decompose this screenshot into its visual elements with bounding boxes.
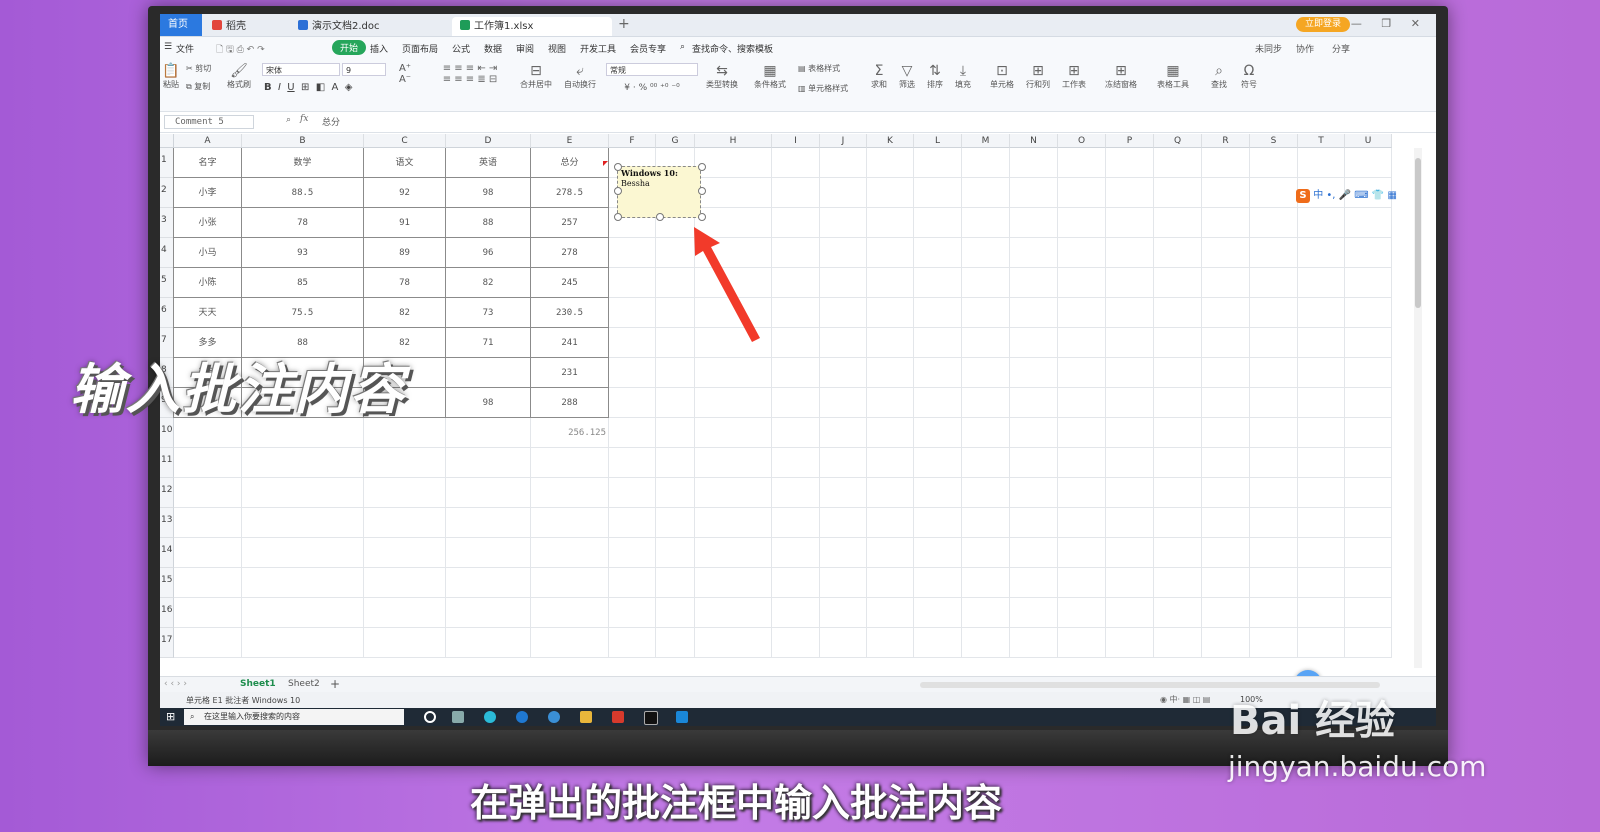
- red-arrow-icon: [694, 227, 760, 342]
- overlay-subtitle: 在弹出的批注框中输入批注内容: [470, 781, 1003, 825]
- watermark-logo: Bai 经验: [1230, 698, 1396, 744]
- watermark-site: jingyan.baidu.com: [1228, 750, 1487, 783]
- overlay-title: 输入批注内容: [70, 358, 406, 421]
